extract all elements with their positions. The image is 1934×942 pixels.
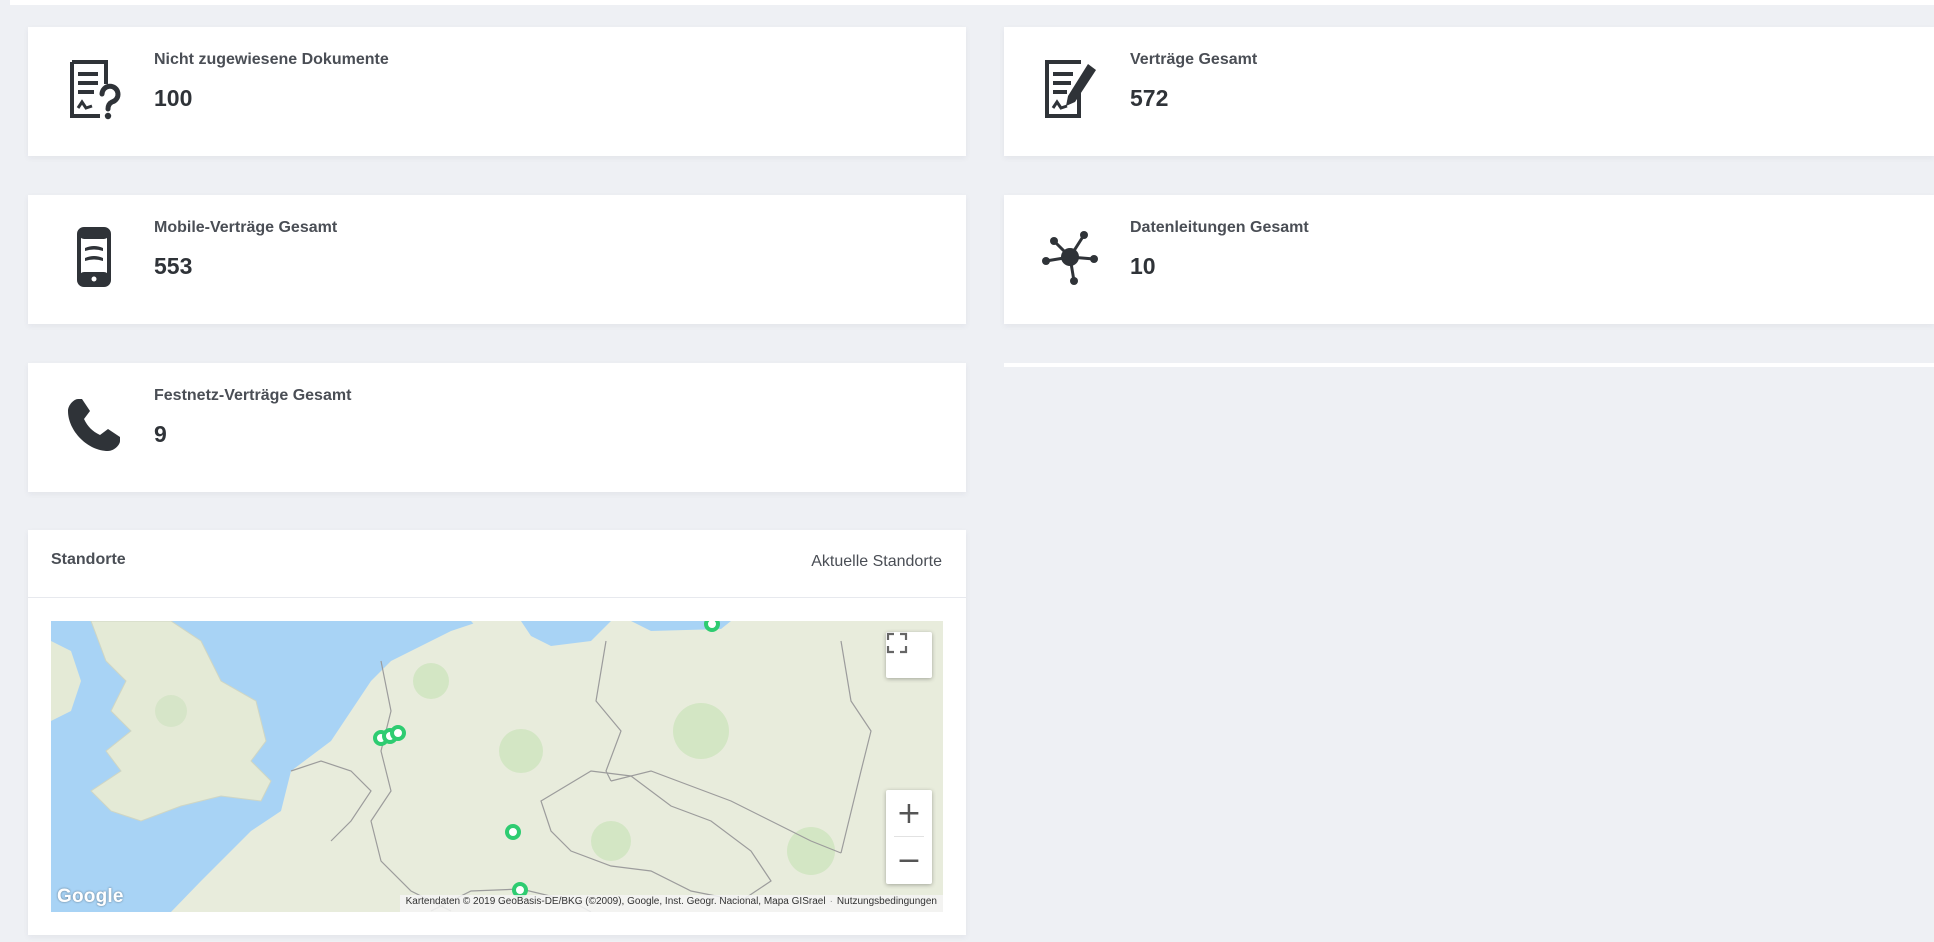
locations-header: Standorte Aktuelle Standorte bbox=[28, 530, 966, 598]
location-marker[interactable] bbox=[390, 725, 406, 741]
top-strip bbox=[10, 0, 1934, 5]
stat-label: Mobile-Verträge Gesamt bbox=[154, 219, 338, 236]
zoom-out-button[interactable]: − bbox=[886, 837, 932, 883]
zoom-in-button[interactable]: + bbox=[886, 790, 932, 836]
terms-link[interactable]: Nutzungsbedingungen bbox=[837, 896, 937, 907]
locations-map[interactable]: + − Google Kartendaten © 2019 GeoBasis-D… bbox=[51, 621, 943, 912]
location-marker[interactable] bbox=[505, 824, 521, 840]
stat-value: 9 bbox=[154, 421, 167, 447]
document-edit-icon bbox=[1038, 57, 1102, 121]
forest-patch bbox=[591, 821, 631, 861]
forest-patch bbox=[787, 827, 835, 875]
ireland-land bbox=[51, 641, 81, 721]
stat-card-landline-contracts[interactable]: Festnetz-Verträge Gesamt 9 bbox=[28, 363, 966, 492]
attribution-separator: · bbox=[829, 896, 833, 907]
document-question-icon bbox=[62, 57, 126, 121]
stat-value: 100 bbox=[154, 85, 193, 111]
current-locations-link[interactable]: Aktuelle Standorte bbox=[811, 553, 942, 571]
map-attribution: Kartendaten © 2019 GeoBasis-DE/BKG (©200… bbox=[399, 895, 943, 912]
fullscreen-button[interactable] bbox=[886, 632, 932, 678]
location-marker[interactable] bbox=[704, 621, 720, 632]
stat-card-data-lines[interactable]: Datenleitungen Gesamt 10 bbox=[1004, 195, 1934, 324]
stat-label: Nicht zugewiesene Dokumente bbox=[154, 51, 389, 68]
stat-value: 553 bbox=[154, 253, 193, 279]
zoom-controls: + − bbox=[886, 790, 932, 884]
google-logo: Google bbox=[57, 886, 124, 907]
phone-icon bbox=[62, 393, 126, 457]
forest-patch bbox=[499, 729, 543, 773]
locations-card: Standorte Aktuelle Standorte + − Google … bbox=[28, 530, 966, 935]
stat-card-mobile-contracts[interactable]: Mobile-Verträge Gesamt 553 bbox=[28, 195, 966, 324]
dashboard: Nicht zugewiesene Dokumente 100 Verträge… bbox=[0, 0, 1934, 942]
divider bbox=[1004, 363, 1934, 367]
stat-card-unassigned-documents[interactable]: Nicht zugewiesene Dokumente 100 bbox=[28, 27, 966, 156]
locations-title: Standorte bbox=[51, 551, 126, 568]
forest-patch bbox=[155, 695, 187, 727]
stat-label: Verträge Gesamt bbox=[1130, 51, 1258, 68]
stat-label: Datenleitungen Gesamt bbox=[1130, 219, 1309, 236]
forest-patch bbox=[413, 663, 449, 699]
map-canvas bbox=[51, 621, 943, 912]
forest-patch bbox=[673, 703, 729, 759]
fullscreen-icon bbox=[886, 632, 908, 654]
network-hub-icon bbox=[1038, 225, 1102, 289]
stat-card-contracts-total[interactable]: Verträge Gesamt 572 bbox=[1004, 27, 1934, 156]
mobile-phone-icon bbox=[62, 225, 126, 289]
stat-value: 10 bbox=[1130, 253, 1156, 279]
attribution-text: Kartendaten © 2019 GeoBasis-DE/BKG (©200… bbox=[405, 896, 826, 907]
stat-value: 572 bbox=[1130, 85, 1169, 111]
stat-label: Festnetz-Verträge Gesamt bbox=[154, 387, 352, 404]
